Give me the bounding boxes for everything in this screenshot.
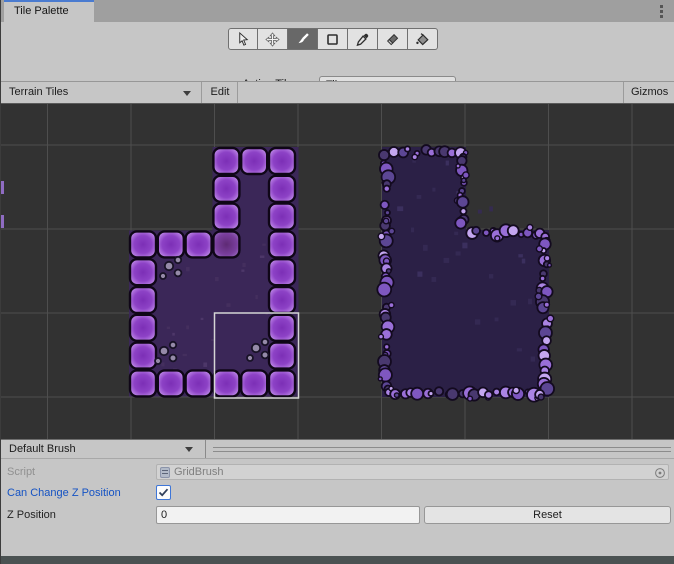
check-icon xyxy=(157,486,170,499)
fill-bucket-icon xyxy=(415,32,430,47)
paint-brush-icon xyxy=(295,32,310,47)
edit-button[interactable]: Edit xyxy=(203,82,238,103)
reset-button[interactable]: Reset xyxy=(424,506,671,524)
fill-bucket-tool-button[interactable] xyxy=(408,28,438,50)
z-position-input[interactable] xyxy=(156,506,420,524)
palette-header: Terrain Tiles Edit Gizmos xyxy=(1,81,674,104)
select-tool-button[interactable] xyxy=(228,28,258,50)
can-change-z-label: Can Change Z Position xyxy=(7,487,121,499)
palette-tiles-svg[interactable] xyxy=(1,104,674,439)
brush-name: Default Brush xyxy=(9,443,76,455)
brush-dropdown[interactable]: Default Brush xyxy=(1,440,206,458)
chevron-down-icon xyxy=(185,447,193,452)
tile-palette-window: Tile Palette xyxy=(1,0,674,564)
tile-palette-canvas[interactable] xyxy=(1,104,674,439)
paint-brush-tool-button[interactable] xyxy=(288,28,318,50)
box-outline-icon xyxy=(325,32,340,47)
tool-button-group xyxy=(228,28,438,50)
eyedropper-icon xyxy=(355,32,370,47)
window-bottom-edge xyxy=(1,556,674,564)
palette-name: Terrain Tiles xyxy=(9,86,68,98)
object-picker-icon[interactable] xyxy=(654,467,666,479)
brush-inspector: Script GridBrush Can Change Z Position Z… xyxy=(1,459,674,556)
kebab-menu-icon[interactable] xyxy=(657,3,665,19)
horizontal-scrollbar[interactable] xyxy=(213,440,671,458)
tile-picker-tool-button[interactable] xyxy=(348,28,378,50)
toolbar: Active Tilemap Tilemap xyxy=(1,22,674,81)
tab-bar: Tile Palette xyxy=(1,0,674,22)
move-icon xyxy=(265,32,280,47)
cursor-icon xyxy=(236,32,251,47)
move-tool-button[interactable] xyxy=(258,28,288,50)
script-object-field[interactable]: GridBrush xyxy=(156,464,669,480)
eraser-tool-button[interactable] xyxy=(378,28,408,50)
tab-title: Tile Palette xyxy=(14,5,69,17)
chevron-down-icon xyxy=(183,91,191,96)
eraser-icon xyxy=(385,32,400,47)
z-position-label: Z Position xyxy=(7,509,56,521)
script-label: Script xyxy=(7,466,35,478)
gizmos-button[interactable]: Gizmos xyxy=(623,82,674,103)
brush-bar: Default Brush xyxy=(1,439,674,459)
palette-select-dropdown[interactable]: Terrain Tiles xyxy=(1,82,202,103)
script-icon xyxy=(160,467,170,478)
script-value: GridBrush xyxy=(174,466,224,478)
tab-tile-palette[interactable]: Tile Palette xyxy=(4,0,94,22)
box-fill-tool-button[interactable] xyxy=(318,28,348,50)
can-change-z-checkbox[interactable] xyxy=(156,485,171,500)
